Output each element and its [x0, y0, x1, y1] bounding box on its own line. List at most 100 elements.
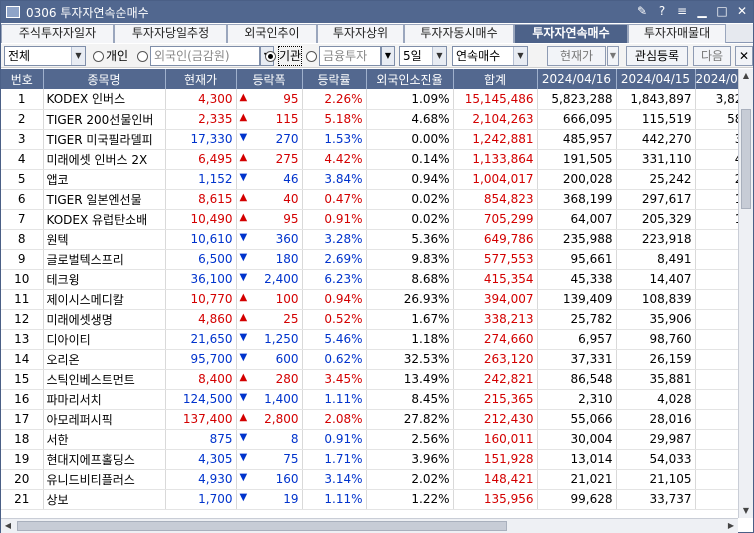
table-row[interactable]: 20 유니드비티플러스 4,930 ▼ 160 3.14% 2.02% 148,421 21,0…	[1, 469, 747, 490]
tab-bar: 주식투자자일자 투자자당일추정 외국인추이 투자자상위 투자자동시매수 투자자연…	[1, 24, 753, 43]
stock-name: 서한	[43, 429, 166, 450]
col-header-name[interactable]: 종목명	[43, 69, 166, 89]
close-icon[interactable]: ✕	[735, 4, 749, 18]
total-sum: 215,365	[453, 389, 538, 410]
table-row[interactable]: 2 TIGER 200선물인버 2,335 ▲ 115 5.18% 4.68% 2,104,2…	[1, 109, 747, 130]
table-row[interactable]: 16 파마리서치 124,500 ▼ 1,400 1.11% 8.45% 215,365 2,3…	[1, 389, 747, 410]
col-header-no[interactable]: 번호	[1, 69, 44, 89]
next-button[interactable]: 다음	[693, 46, 731, 66]
change-amount: ▼ 75	[236, 449, 303, 470]
table-row[interactable]: 3 TIGER 미국필라델피 17,330 ▼ 270 1.53% 0.00% 1,242,8…	[1, 129, 747, 150]
scroll-left-icon[interactable]: ◀	[1, 519, 15, 533]
radio-foreign[interactable]: 외국인(금감원) ▼	[137, 46, 274, 66]
col-header-date2[interactable]: 2024/04/15	[616, 69, 696, 89]
minimize-icon[interactable]: ▁	[695, 4, 709, 18]
change-amount: ▲ 95	[236, 209, 303, 230]
table-row[interactable]: 5 앱코 1,152 ▼ 46 3.84% 0.94% 1,004,017 200,028 25,…	[1, 169, 747, 190]
scroll-thumb[interactable]	[17, 521, 507, 531]
change-amount: ▲ 95	[236, 89, 303, 110]
current-price: 4,860	[165, 309, 237, 330]
tab-consecutive-buy[interactable]: 투자자연속매수	[514, 24, 628, 43]
day2-value: 29,987	[616, 429, 696, 450]
radio-finance[interactable]: 금융투자 ▼	[306, 46, 395, 66]
stock-name: 아모레퍼시픽	[43, 409, 166, 430]
horizontal-scrollbar[interactable]: ◀ ▶	[1, 518, 738, 533]
mode-select[interactable]: 연속매수 ▼	[452, 46, 528, 66]
table-row[interactable]: 1 KODEX 인버스 4,300 ▲ 95 2.26% 1.09% 15,145,486 5,…	[1, 89, 747, 110]
day2-value: 4,028	[616, 389, 696, 410]
col-header-foreign[interactable]: 외국인소진율	[366, 69, 454, 89]
day1-value: 2,310	[537, 389, 617, 410]
scroll-right-icon[interactable]: ▶	[724, 519, 738, 533]
row-number: 5	[1, 169, 44, 190]
table-row[interactable]: 8 원텍 10,610 ▼ 360 3.28% 5.36% 649,786 235,988 223…	[1, 229, 747, 250]
change-rate: 5.18%	[302, 109, 367, 130]
table-row[interactable]: 18 서한 875 ▼ 8 0.91% 2.56% 160,011 30,004 29,987	[1, 429, 747, 450]
help-icon[interactable]: ?	[655, 4, 669, 18]
foreign-ratio: 0.02%	[366, 189, 454, 210]
total-sum: 242,821	[453, 369, 538, 390]
day2-value: 331,110	[616, 149, 696, 170]
arrow-up-icon: ▲	[239, 312, 248, 323]
tab-foreign-trend[interactable]: 외국인추이	[227, 24, 317, 43]
foreign-ratio: 32.53%	[366, 349, 454, 370]
market-select[interactable]: 전체 ▼	[4, 46, 86, 66]
day2-value: 54,033	[616, 449, 696, 470]
col-header-price[interactable]: 현재가	[165, 69, 237, 89]
days-select[interactable]: 5일 ▼	[399, 46, 447, 66]
table-row[interactable]: 15 스틱인베스트먼트 8,400 ▲ 280 3.45% 13.49% 242,821 86,…	[1, 369, 747, 390]
watchlist-button[interactable]: 관심등록	[626, 46, 688, 66]
chevron-down-icon[interactable]: ▼	[607, 46, 619, 66]
table-row[interactable]: 9 글로벌텍스프리 6,500 ▼ 180 2.69% 9.83% 577,553 95,661…	[1, 249, 747, 270]
table-row[interactable]: 13 디아이티 21,650 ▼ 1,250 5.46% 1.18% 274,660 6,957…	[1, 329, 747, 350]
col-header-change[interactable]: 등락폭	[236, 69, 303, 89]
radio-individual[interactable]: 개인	[93, 46, 128, 66]
table-row[interactable]: 17 아모레퍼시픽 137,400 ▲ 2,800 2.08% 27.82% 212,430 5…	[1, 409, 747, 430]
scroll-down-icon[interactable]: ▼	[739, 504, 753, 518]
table-row[interactable]: 4 미래에셋 인버스 2X 6,495 ▲ 275 4.42% 0.14% 1,133,864…	[1, 149, 747, 170]
foreign-select[interactable]: 외국인(금감원)	[150, 46, 260, 66]
menu-icon[interactable]: ≡	[675, 4, 689, 18]
scroll-thumb[interactable]	[741, 109, 751, 209]
table-row[interactable]: 10 테크윙 36,100 ▼ 2,400 6.23% 8.68% 415,354 45,338…	[1, 269, 747, 290]
table-row[interactable]: 6 TIGER 일본엔선물 8,615 ▲ 40 0.47% 0.02% 854,823 368…	[1, 189, 747, 210]
foreign-ratio: 1.18%	[366, 329, 454, 350]
table-row[interactable]: 19 현대지에프홀딩스 4,305 ▼ 75 1.71% 3.96% 151,928 13,01…	[1, 449, 747, 470]
tab-investor-top[interactable]: 투자자상위	[317, 24, 404, 43]
toolbar: 전체 ▼ 개인 외국인(금감원) ▼ 기관 금융투자 ▼ 5일 ▼ 연속매수 ▼	[1, 44, 753, 68]
col-header-rate[interactable]: 등락률	[302, 69, 367, 89]
table-row[interactable]: 11 제이시스메디칼 10,770 ▲ 100 0.94% 26.93% 394,007 139…	[1, 289, 747, 310]
table-row[interactable]: 7 KODEX 유럽탄소배 10,490 ▲ 95 0.91% 0.02% 705,299 64…	[1, 209, 747, 230]
row-number: 1	[1, 89, 44, 110]
table-row[interactable]: 14 오리온 95,700 ▼ 600 0.62% 32.53% 263,120 37,331 2…	[1, 349, 747, 370]
total-sum: 2,104,263	[453, 109, 538, 130]
tab-investor-estimate[interactable]: 투자자당일추정	[114, 24, 227, 43]
total-sum: 274,660	[453, 329, 538, 350]
scroll-up-icon[interactable]: ▲	[739, 69, 753, 83]
change-value: 160	[275, 472, 299, 486]
foreign-ratio: 1.67%	[366, 309, 454, 330]
table-row[interactable]: 21 상보 1,700 ▼ 19 1.11% 1.22% 135,956 99,628 33,73…	[1, 489, 747, 510]
col-header-date1[interactable]: 2024/04/16	[537, 69, 617, 89]
pin-icon[interactable]: ✎	[635, 4, 649, 18]
tab-volume-profile[interactable]: 투자자매물대	[628, 24, 726, 43]
finance-select[interactable]: 금융투자	[319, 46, 381, 66]
day1-value: 86,548	[537, 369, 617, 390]
change-value: 95	[283, 212, 299, 226]
arrow-down-icon: ▼	[239, 352, 248, 363]
table-row[interactable]: 12 미래에셋생명 4,860 ▲ 25 0.52% 1.67% 338,213 25,782 3…	[1, 309, 747, 330]
price-button[interactable]: 현재가	[547, 46, 606, 66]
change-rate: 0.91%	[302, 209, 367, 230]
col-header-sum[interactable]: 합계	[453, 69, 538, 89]
arrow-down-icon: ▼	[239, 492, 248, 503]
foreign-ratio: 13.49%	[366, 369, 454, 390]
tab-investor-daily[interactable]: 주식투자자일자	[1, 24, 114, 43]
day1-value: 25,782	[537, 309, 617, 330]
maximize-icon[interactable]: □	[715, 4, 729, 18]
tab-simultaneous-buy[interactable]: 투자자동시매수	[404, 24, 514, 43]
current-price: 10,610	[165, 229, 237, 250]
vertical-scrollbar[interactable]: ▲ ▼	[738, 69, 753, 518]
radio-institution[interactable]: 기관	[265, 46, 303, 66]
close-panel-icon[interactable]: ✕	[735, 46, 753, 66]
current-price: 10,490	[165, 209, 237, 230]
